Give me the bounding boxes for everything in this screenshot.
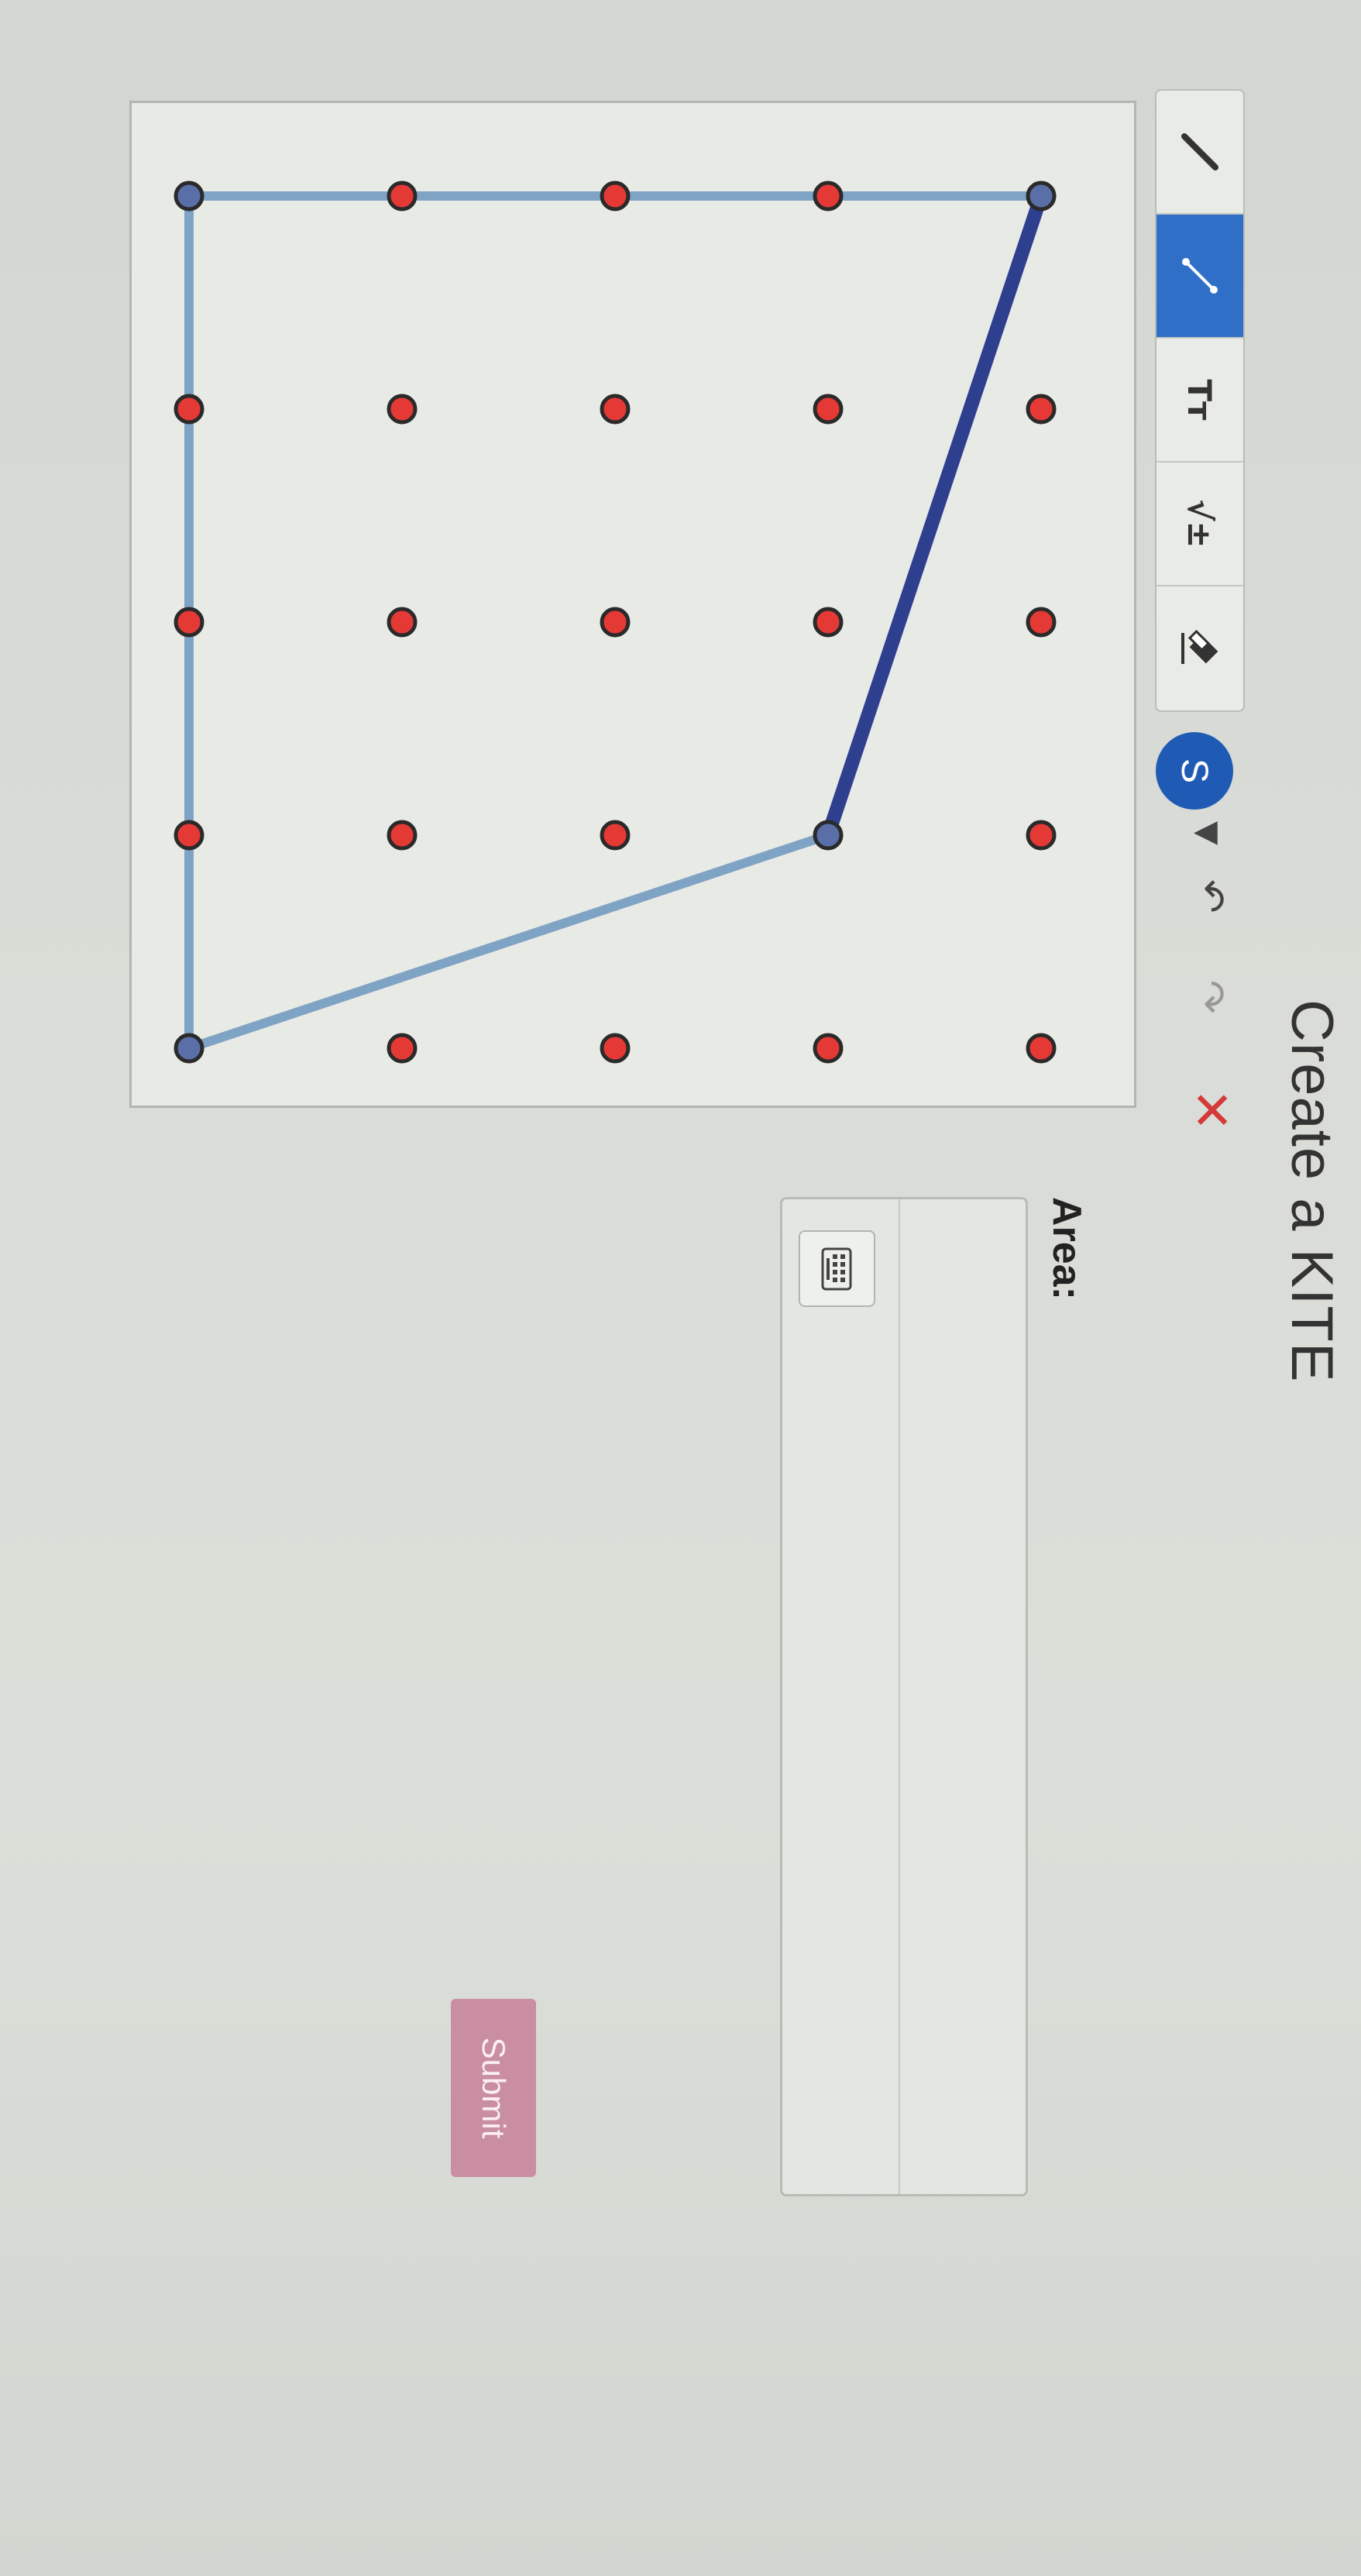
- worksheet: Create a KITE Tт √± S ▼ ↶ ↷ ✕ Area: Subm…: [0, 0, 1361, 2576]
- math-tool-button[interactable]: √±: [1157, 463, 1243, 586]
- keyboard-button[interactable]: [799, 1230, 875, 1307]
- user-badge[interactable]: S: [1156, 732, 1233, 810]
- kite-vertex[interactable]: [813, 820, 844, 851]
- page-title: Create a KITE: [1279, 999, 1345, 1383]
- geoboard-canvas[interactable]: [127, 103, 1134, 1110]
- kite-vertex[interactable]: [174, 181, 204, 212]
- undo-icon[interactable]: ↶: [1187, 879, 1233, 913]
- grid-dot[interactable]: [1026, 820, 1057, 851]
- chevron-down-icon[interactable]: ▼: [1190, 821, 1225, 845]
- grid-dot[interactable]: [600, 607, 631, 638]
- page: Create a KITE Tт √± S ▼ ↶ ↷ ✕ Area: Subm…: [0, 0, 1361, 2576]
- line-segment-icon: [1182, 258, 1218, 294]
- grid-dot[interactable]: [813, 394, 844, 425]
- math-tool-icon: √±: [1181, 499, 1219, 549]
- redo-icon[interactable]: ↷: [1187, 980, 1233, 1014]
- kite-segment[interactable]: [821, 189, 1048, 842]
- area-answer-field[interactable]: [780, 1197, 1028, 2196]
- grid-dot[interactable]: [600, 820, 631, 851]
- grid-dot[interactable]: [600, 181, 631, 212]
- eraser-tool-button[interactable]: [1157, 586, 1243, 710]
- segment-tool-button[interactable]: [1157, 215, 1243, 339]
- grid-dot[interactable]: [174, 820, 204, 851]
- keyboard-icon: [822, 1247, 852, 1290]
- grid-dot[interactable]: [813, 1033, 844, 1064]
- grid-dot[interactable]: [387, 820, 418, 851]
- kite-vertex[interactable]: [174, 1033, 204, 1064]
- grid-dot[interactable]: [387, 607, 418, 638]
- submit-button[interactable]: Submit: [451, 1999, 536, 2177]
- kite-segment[interactable]: [184, 831, 833, 1053]
- answer-toolbar: [782, 1199, 900, 2194]
- grid-dot[interactable]: [600, 394, 631, 425]
- grid-dot[interactable]: [1026, 1033, 1057, 1064]
- grid-dot[interactable]: [1026, 607, 1057, 638]
- text-tool-button[interactable]: Tт: [1157, 339, 1243, 463]
- grid-dot[interactable]: [387, 1033, 418, 1064]
- grid-dot[interactable]: [174, 394, 204, 425]
- grid-dot[interactable]: [813, 607, 844, 638]
- kite-vertex[interactable]: [1026, 181, 1057, 212]
- text-tool-icon: Tт: [1181, 379, 1219, 421]
- grid-dot[interactable]: [1026, 394, 1057, 425]
- pencil-icon: [1181, 133, 1218, 170]
- grid-dot[interactable]: [387, 394, 418, 425]
- pencil-tool-button[interactable]: [1157, 91, 1243, 215]
- grid-dot[interactable]: [174, 607, 204, 638]
- geoboard[interactable]: [129, 101, 1136, 1108]
- grid-dot[interactable]: [813, 181, 844, 212]
- drawing-toolbar: Tт √±: [1155, 89, 1245, 712]
- eraser-icon: [1181, 629, 1218, 664]
- close-icon[interactable]: ✕: [1181, 1089, 1241, 1131]
- grid-dot[interactable]: [387, 181, 418, 212]
- area-label: Area:: [1044, 1197, 1089, 1300]
- grid-dot[interactable]: [600, 1033, 631, 1064]
